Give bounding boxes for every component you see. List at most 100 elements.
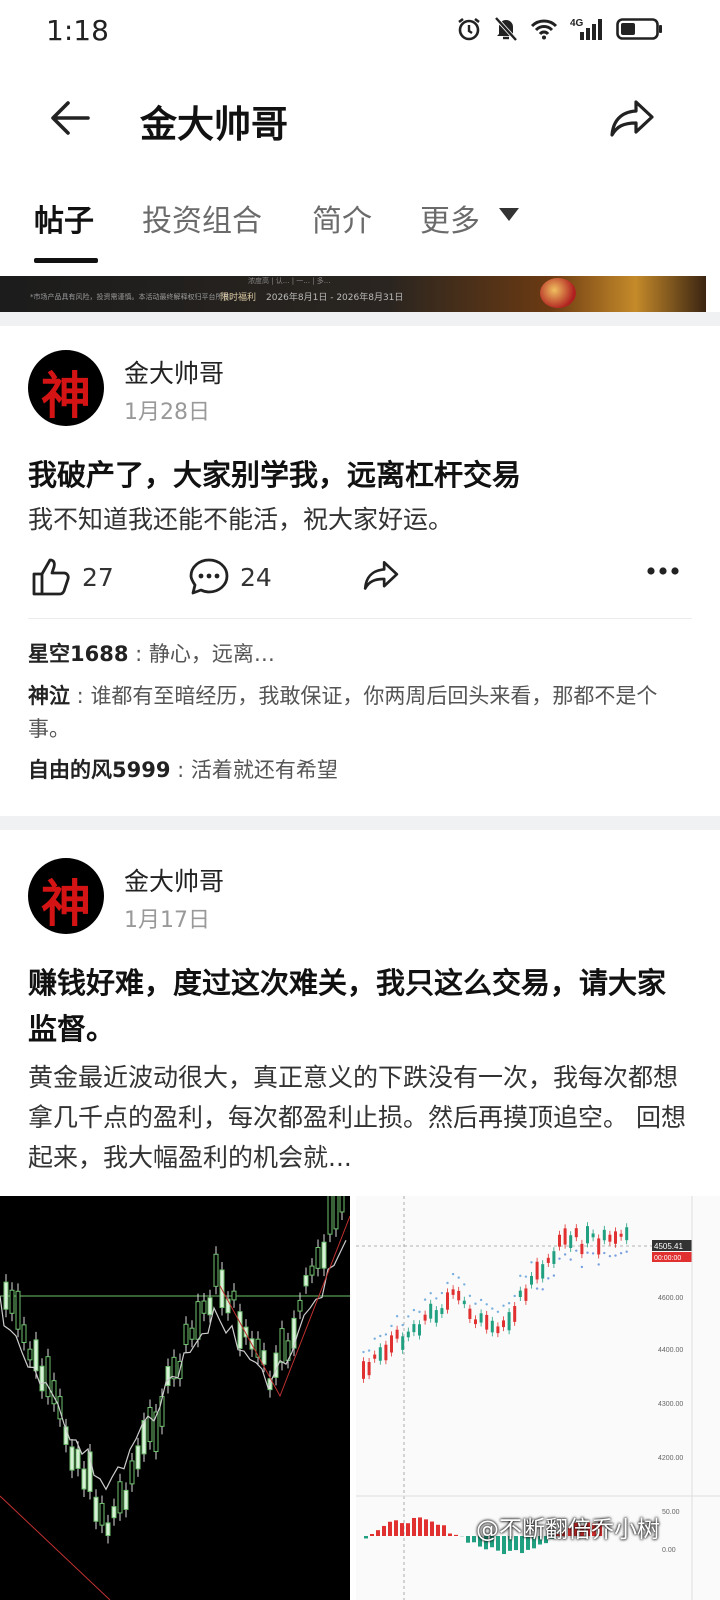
sar-dot bbox=[457, 1276, 460, 1279]
comment-sep: : bbox=[170, 758, 191, 782]
sar-dot bbox=[625, 1250, 628, 1253]
sar-dot bbox=[502, 1304, 505, 1307]
candle bbox=[195, 1301, 201, 1340]
avatar[interactable]: 神 bbox=[28, 858, 104, 934]
comment-user[interactable]: 神泣 bbox=[28, 684, 70, 708]
macd-bar bbox=[448, 1533, 452, 1536]
post-date: 1月28日 bbox=[124, 400, 210, 425]
candle bbox=[608, 1234, 612, 1242]
comment-item[interactable]: 神泣 : 谁都有至暗经历，我敢保证，你两周后回头来看，那都不是个事。 bbox=[28, 680, 692, 746]
sar-dot bbox=[530, 1261, 533, 1264]
candle bbox=[367, 1362, 371, 1376]
macd-bar bbox=[442, 1525, 446, 1536]
candle bbox=[390, 1335, 393, 1353]
sar-dot bbox=[379, 1334, 382, 1338]
comment-item[interactable]: 自由的风5999 : 活着就还有希望 bbox=[28, 754, 692, 787]
share-post-button[interactable] bbox=[362, 556, 400, 594]
avatar-glyph: 神 bbox=[41, 366, 91, 425]
watermark: @不断翻倍乔小树 bbox=[476, 1517, 660, 1543]
post-title[interactable]: 赚钱好难，度过这次难关，我只这么交易，请大家监督。 bbox=[28, 960, 692, 1052]
candle bbox=[297, 1299, 303, 1312]
share-icon bbox=[363, 560, 399, 590]
post-title[interactable]: 我破产了，大家别学我，远离杠杆交易 bbox=[28, 452, 692, 498]
comment-sep: : bbox=[128, 642, 149, 666]
share-icon[interactable] bbox=[608, 94, 656, 142]
y-tick: 4300.00 bbox=[658, 1401, 683, 1408]
sar-dot bbox=[401, 1323, 404, 1327]
wifi-icon bbox=[530, 19, 558, 40]
candle bbox=[99, 1502, 105, 1526]
chart-image-dark[interactable] bbox=[0, 1196, 350, 1600]
sar-dot bbox=[451, 1272, 455, 1276]
candle bbox=[165, 1366, 171, 1387]
sar-dot bbox=[575, 1249, 578, 1252]
candle bbox=[457, 1290, 461, 1301]
macd-tick: 0.00 bbox=[662, 1547, 676, 1554]
candle bbox=[513, 1306, 517, 1322]
post-actions: 27 24 bbox=[0, 556, 720, 604]
candle bbox=[213, 1253, 219, 1287]
sar-dot bbox=[603, 1251, 606, 1255]
post-author[interactable]: 金大帅哥 bbox=[124, 354, 224, 390]
comment-user[interactable]: 星空1688 bbox=[28, 642, 128, 666]
candle bbox=[518, 1290, 522, 1298]
candle bbox=[574, 1228, 578, 1238]
tab-intro[interactable]: 简介 bbox=[312, 196, 372, 240]
comment-text: 静心，远离… bbox=[148, 642, 275, 666]
candle bbox=[153, 1411, 159, 1453]
candle bbox=[401, 1336, 405, 1350]
post-body[interactable]: 我不知道我还能不能活，祝大家好运。 bbox=[28, 500, 692, 540]
post-author[interactable]: 金大帅哥 bbox=[124, 862, 224, 898]
candle bbox=[129, 1460, 135, 1485]
sar-dot bbox=[440, 1291, 444, 1295]
sar-dot bbox=[479, 1298, 483, 1302]
comment-button[interactable]: 24 bbox=[188, 556, 272, 598]
candle bbox=[105, 1522, 111, 1537]
sar-dot bbox=[519, 1274, 522, 1278]
candle bbox=[530, 1275, 533, 1285]
candle bbox=[135, 1445, 141, 1470]
avatar[interactable]: 神 bbox=[28, 350, 104, 426]
candle bbox=[451, 1289, 455, 1295]
macd-bar bbox=[394, 1520, 398, 1536]
macd-bar bbox=[370, 1533, 374, 1536]
dropdown-arrow-icon[interactable] bbox=[498, 206, 520, 222]
comment-bubble-icon bbox=[189, 558, 229, 595]
sar-dot bbox=[395, 1314, 399, 1318]
candle bbox=[446, 1292, 449, 1310]
candle bbox=[490, 1320, 494, 1333]
back-arrow-icon[interactable] bbox=[44, 92, 96, 144]
like-button[interactable]: 27 bbox=[30, 556, 114, 598]
mute-icon bbox=[494, 16, 518, 42]
candle bbox=[423, 1314, 427, 1321]
sar-dot bbox=[535, 1287, 539, 1290]
more-options-icon[interactable] bbox=[646, 566, 680, 576]
sar-dot bbox=[435, 1297, 438, 1300]
tab-more[interactable]: 更多 bbox=[420, 196, 480, 240]
candle bbox=[15, 1290, 21, 1330]
macd-bar bbox=[424, 1519, 428, 1536]
post-card[interactable]: 神 金大帅哥 1月28日 我破产了，大家别学我，远离杠杆交易 我不知道我还能不能… bbox=[0, 326, 720, 816]
macd-bar bbox=[466, 1536, 470, 1543]
candle bbox=[502, 1320, 505, 1328]
tab-posts[interactable]: 帖子 bbox=[34, 196, 94, 240]
candle bbox=[395, 1329, 399, 1339]
price-tag: 4505.41 bbox=[654, 1242, 683, 1251]
sar-dot bbox=[463, 1283, 466, 1286]
sar-dot bbox=[468, 1294, 472, 1298]
banner-disclaimer: *市场产品具有风险，投资需谨慎。本活动最终解释权归平台所有。 bbox=[30, 293, 237, 301]
promo-banner[interactable]: 浓度高 | 认... | 一... | 多... *市场产品具有风险，投资需谨慎… bbox=[0, 276, 706, 312]
macd-bar bbox=[376, 1530, 380, 1536]
sar-dot bbox=[513, 1294, 516, 1298]
sar-dot bbox=[569, 1258, 572, 1261]
candle bbox=[429, 1303, 433, 1319]
candle bbox=[207, 1297, 213, 1316]
comment-user[interactable]: 自由的风5999 bbox=[28, 758, 170, 782]
sar-dot bbox=[418, 1310, 421, 1314]
candle bbox=[474, 1319, 477, 1325]
sar-dot bbox=[558, 1257, 561, 1260]
post-body[interactable]: 黄金最近波动很大，真正意义的下跌没有一次，我每次都想拿几千点的盈利，每次都盈利止… bbox=[28, 1058, 692, 1178]
tab-portfolio[interactable]: 投资组合 bbox=[142, 196, 262, 240]
candle bbox=[619, 1233, 623, 1237]
comment-item[interactable]: 星空1688 : 静心，远离… bbox=[28, 638, 692, 671]
